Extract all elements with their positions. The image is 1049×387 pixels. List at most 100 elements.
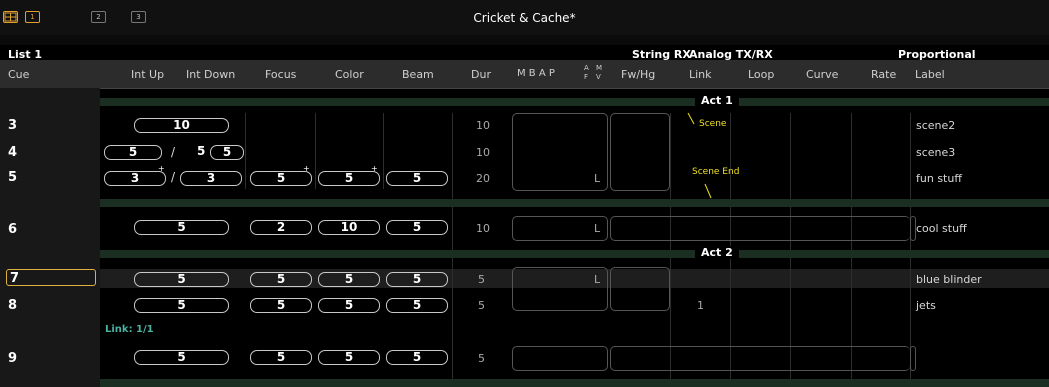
link-cell[interactable]: 1 (697, 299, 704, 312)
color-cell[interactable]: 5 (318, 298, 380, 313)
col-color[interactable]: Color (335, 68, 364, 81)
cue-number[interactable]: 8 (8, 298, 17, 313)
window-title: Cricket & Cache* (473, 11, 576, 25)
dur-cell[interactable]: 10 (476, 119, 490, 132)
col-f: F (584, 73, 589, 81)
part-band-act1: Act 1 (100, 94, 1049, 107)
int-down-cell[interactable]: 3 (180, 171, 242, 186)
col-rate[interactable]: Rate (871, 68, 896, 81)
int-separator: / (171, 170, 176, 184)
col-divider (790, 113, 791, 383)
col-a: A (584, 64, 589, 72)
dur-cell[interactable]: 10 (476, 222, 490, 235)
int-down-cell[interactable]: 5 (210, 145, 244, 160)
color-cell[interactable]: 5 (318, 171, 380, 186)
cue-number[interactable]: 4 (8, 145, 17, 160)
part-band (100, 379, 1049, 387)
col-label[interactable]: Label (915, 68, 945, 81)
col-divider (245, 113, 246, 189)
cue-number[interactable]: 6 (8, 222, 17, 237)
col-divider (452, 113, 453, 383)
int-up-cell[interactable]: 5 (134, 272, 229, 287)
int-up-cell[interactable]: 10 (134, 118, 229, 133)
label-cell[interactable]: cool stuff (916, 222, 967, 235)
fwhg-box (610, 113, 670, 191)
int-down-value[interactable]: 5 (197, 144, 205, 158)
col-fwhg[interactable]: Fw/Hg (621, 68, 655, 81)
beam-cell[interactable]: 5 (386, 272, 448, 287)
mbap-box (512, 346, 608, 371)
col-focus[interactable]: Focus (265, 68, 296, 81)
col-loop[interactable]: Loop (748, 68, 774, 81)
col-divider (670, 113, 671, 383)
col-divider (910, 113, 911, 383)
part-label-act2: Act 2 (695, 246, 739, 259)
title-strip (0, 35, 1049, 45)
col-link[interactable]: Link (689, 68, 712, 81)
label-cell[interactable]: jets (916, 299, 936, 312)
col-mbap[interactable]: M B A P (517, 68, 555, 79)
color-cell[interactable]: 10 (318, 220, 380, 235)
link-note: Link: 1/1 (105, 324, 154, 335)
label-cell[interactable]: scene2 (916, 119, 955, 132)
focus-cell[interactable]: 2 (250, 220, 312, 235)
scene-annotation: Scene (699, 119, 727, 129)
part-label-act1: Act 1 (695, 94, 739, 107)
label-cell[interactable]: scene3 (916, 146, 955, 159)
int-up-cell[interactable]: 5 (134, 220, 229, 235)
dur-cell[interactable]: 20 (476, 172, 490, 185)
fwhg-box (610, 216, 910, 241)
mark-flag: L (594, 273, 601, 286)
beam-cell[interactable]: 5 (386, 298, 448, 313)
plus-marker: + (158, 164, 165, 173)
column-header: Cue Int Up Int Down Focus Color Beam Dur… (0, 60, 1049, 89)
beam-cell[interactable]: 5 (386, 220, 448, 235)
plus-marker: + (303, 164, 310, 173)
col-dur[interactable]: Dur (471, 68, 491, 81)
cue-number[interactable]: 7 (10, 271, 19, 286)
focus-cell[interactable]: 5 (250, 272, 312, 287)
col-int-down[interactable]: Int Down (186, 68, 235, 81)
col-cue[interactable]: Cue (8, 68, 29, 81)
col-v: V (596, 73, 601, 81)
cue-number[interactable]: 3 (8, 118, 17, 133)
col-beam[interactable]: Beam (402, 68, 434, 81)
cue-number[interactable]: 5 (8, 170, 17, 185)
dur-cell[interactable]: 5 (478, 299, 485, 312)
col-int-up[interactable]: Int Up (131, 68, 164, 81)
focus-cell[interactable]: 5 (250, 171, 312, 186)
int-up-cell[interactable]: 5 (134, 350, 229, 365)
scene-end-annotation: Scene End (692, 167, 740, 177)
color-cell[interactable]: 5 (318, 350, 380, 365)
selected-cue-box[interactable] (6, 269, 96, 286)
part-band (100, 199, 1049, 207)
int-up-cell[interactable]: 5 (134, 298, 229, 313)
dur-cell[interactable]: 5 (478, 273, 485, 286)
cue-number[interactable]: 9 (8, 351, 17, 366)
label-cell[interactable]: fun stuff (916, 172, 962, 185)
beam-cell[interactable]: 5 (386, 171, 448, 186)
part-band-act2: Act 2 (100, 246, 1049, 259)
dur-cell[interactable]: 5 (478, 352, 485, 365)
int-separator: / (171, 145, 176, 159)
int-up-cell[interactable]: 3 (104, 171, 166, 186)
col-curve[interactable]: Curve (806, 68, 838, 81)
dur-cell[interactable]: 10 (476, 146, 490, 159)
fwhg-box (610, 267, 670, 311)
plus-marker: + (371, 164, 378, 173)
fwhg-box (610, 346, 910, 371)
color-cell[interactable]: 5 (318, 272, 380, 287)
focus-cell[interactable]: 5 (250, 350, 312, 365)
mark-flag: L (594, 172, 601, 185)
col-divider (383, 113, 384, 189)
focus-cell[interactable]: 5 (250, 298, 312, 313)
toolbar: 1 2 3 Cricket & Cache* (0, 0, 1049, 35)
label-cell[interactable]: blue blinder (916, 273, 982, 286)
int-up-cell[interactable]: 5 (104, 145, 162, 160)
col-divider (315, 113, 316, 189)
col-m: M (596, 64, 603, 72)
mark-flag: L (594, 222, 601, 235)
col-divider (851, 113, 852, 383)
label-box-edge (910, 346, 916, 371)
beam-cell[interactable]: 5 (386, 350, 448, 365)
